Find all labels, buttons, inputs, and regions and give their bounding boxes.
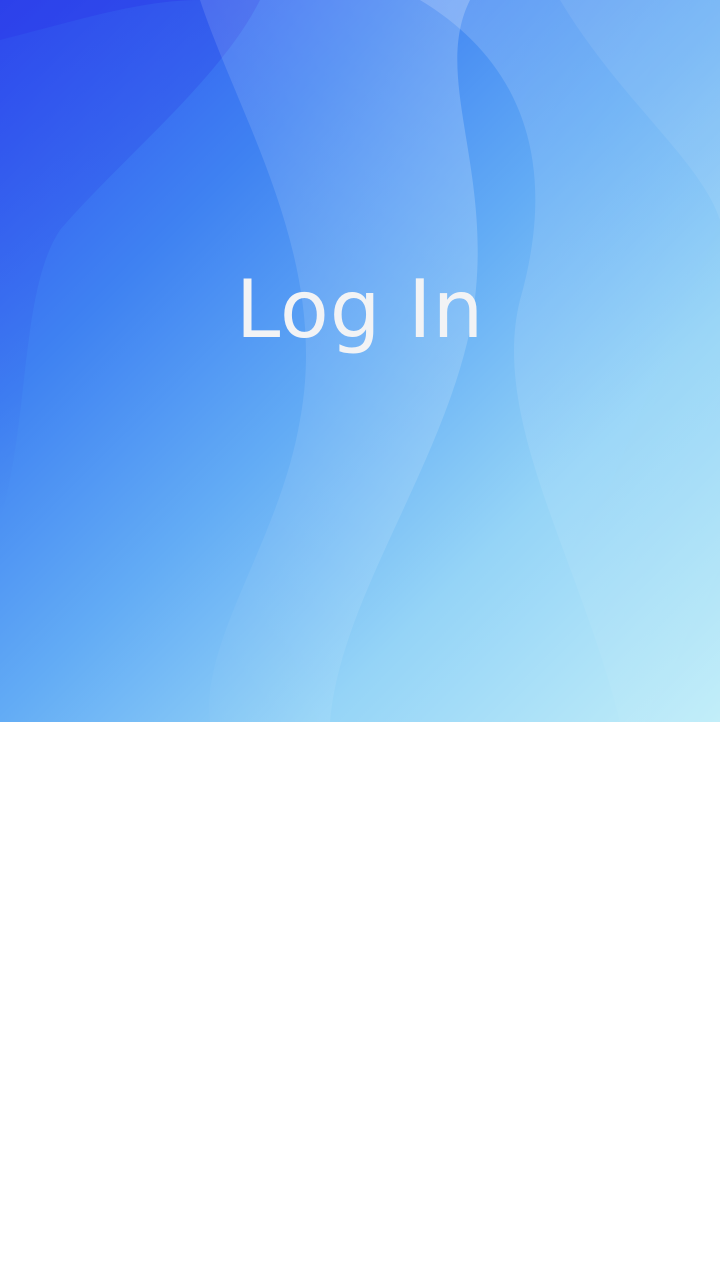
abstract-wave-background [0,0,720,722]
page-title: Log In [235,263,485,356]
login-header-banner: Log In [0,0,720,722]
content-area [0,722,720,1280]
